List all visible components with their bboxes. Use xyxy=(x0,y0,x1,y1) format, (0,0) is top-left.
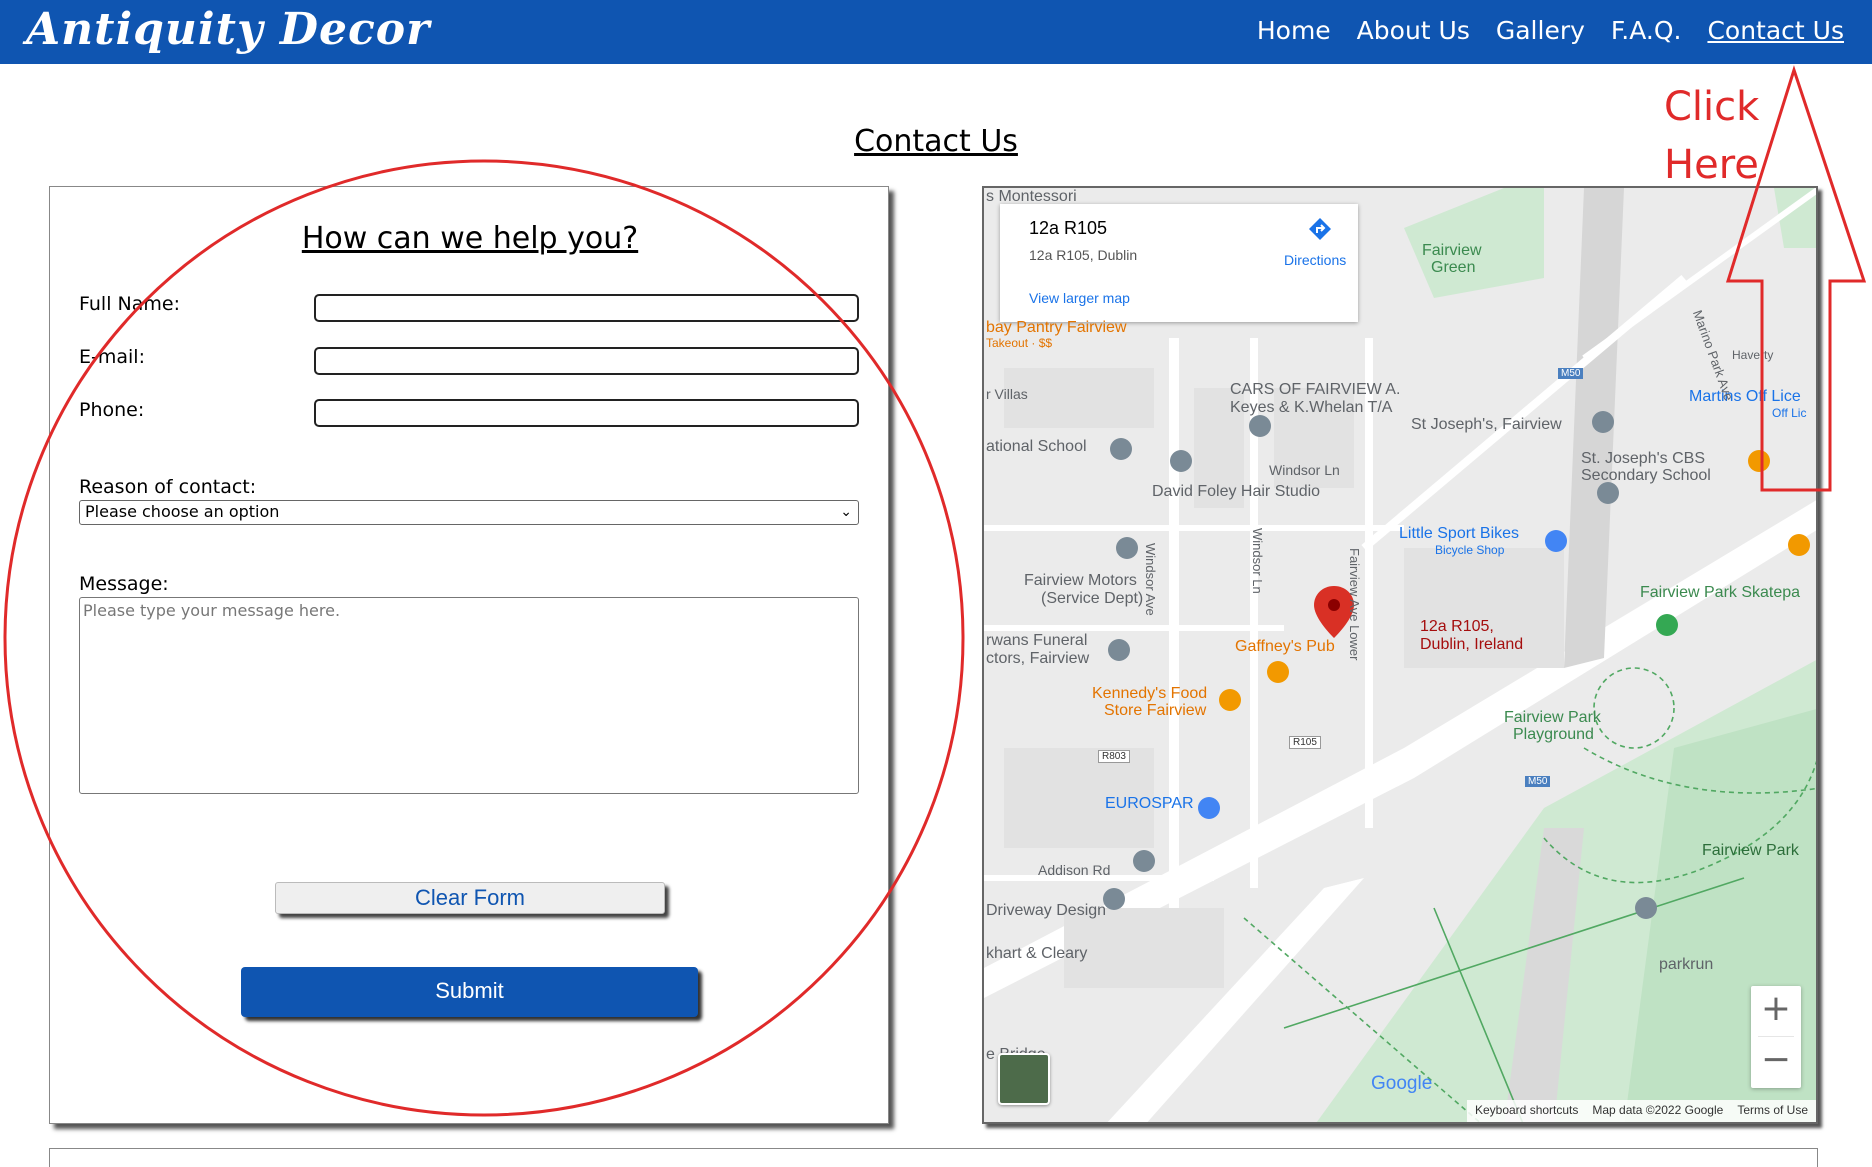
view-larger-map-link[interactable]: View larger map xyxy=(1029,290,1130,306)
zoom-out-button[interactable]: − xyxy=(1751,1037,1801,1087)
nav-about-us[interactable]: About Us xyxy=(1357,16,1470,45)
full-name-input[interactable] xyxy=(314,294,859,322)
map-label: Kennedy's Food xyxy=(1092,685,1208,702)
map-label: ctors, Fairview xyxy=(986,650,1090,667)
terms-of-use-link[interactable]: Terms of Use xyxy=(1737,1103,1808,1119)
map-label: Windsor Ave xyxy=(1143,543,1158,616)
map-label: Fairview Motors xyxy=(1024,572,1137,589)
directions-link[interactable]: Directions xyxy=(1284,252,1346,268)
reason-select[interactable]: Please choose an option ⌄ xyxy=(79,500,859,525)
map-data-text: Map data ©2022 Google xyxy=(1592,1103,1724,1117)
zoom-control: + − xyxy=(1751,986,1801,1088)
map-label: Haverty xyxy=(1732,348,1774,362)
map-label: Windsor Ln xyxy=(1269,462,1340,478)
submit-button[interactable]: Submit xyxy=(241,967,698,1017)
map-place-card: 12a R105 12a R105, Dublin View larger ma… xyxy=(1000,204,1358,322)
email-label: E-mail: xyxy=(79,346,145,368)
map-label: St. Joseph's CBS xyxy=(1581,450,1705,467)
nav-home[interactable]: Home xyxy=(1257,16,1331,45)
map-label: khart & Cleary xyxy=(986,945,1088,962)
email-input[interactable] xyxy=(314,347,859,375)
form-heading: How can we help you? xyxy=(301,221,639,256)
map-label: ational School xyxy=(986,438,1087,455)
message-label: Message: xyxy=(79,573,169,595)
map-embed[interactable]: 12a R105 12a R105, Dublin View larger ma… xyxy=(982,186,1818,1124)
annotation-text: Here xyxy=(1664,142,1759,188)
map-attribution: Keyboard shortcuts Map data ©2022 Google… xyxy=(1466,1100,1816,1122)
map-label: Fairview Park xyxy=(1702,842,1799,859)
map-label: St Joseph's, Fairview xyxy=(1411,416,1562,433)
brand-logo[interactable]: Antiquity Decor xyxy=(26,4,430,55)
pin-label: Dublin, Ireland xyxy=(1420,636,1524,653)
map-label: EUROSPAR xyxy=(1105,795,1194,812)
map-label: Green xyxy=(1431,259,1476,276)
message-textarea[interactable]: Please type your message here. xyxy=(79,597,859,794)
annotation-text: Click xyxy=(1664,84,1760,130)
satellite-toggle[interactable] xyxy=(998,1053,1050,1105)
nav-links: Home About Us Gallery F.A.Q. Contact Us xyxy=(1257,16,1844,45)
phone-input[interactable] xyxy=(314,399,859,427)
map-label: Playground xyxy=(1513,726,1594,743)
directions-icon[interactable] xyxy=(1305,214,1335,244)
map-label: Off Lic xyxy=(1772,406,1807,420)
map-label: Bicycle Shop xyxy=(1435,543,1505,557)
map-label: Takeout · $$ xyxy=(986,336,1053,350)
reason-label: Reason of contact: xyxy=(79,476,257,498)
map-label: Little Sport Bikes xyxy=(1399,525,1520,542)
map-label: Martins Off Lice xyxy=(1689,388,1801,405)
map-label: r Villas xyxy=(986,386,1028,402)
map-label: Keyes & K.Whelan T/A xyxy=(1230,399,1393,416)
road-shield: M50 xyxy=(1525,776,1551,787)
map-label: Fairview Park xyxy=(1504,709,1601,726)
map-label: (Service Dept) xyxy=(1041,590,1144,607)
contact-form: How can we help you? Full Name: E-mail: … xyxy=(49,186,889,1124)
full-name-label: Full Name: xyxy=(79,293,180,315)
nav-contact-us[interactable]: Contact Us xyxy=(1707,16,1844,45)
google-logo: Google xyxy=(1371,1073,1433,1094)
road-shield: R105 xyxy=(1289,736,1321,749)
chevron-down-icon: ⌄ xyxy=(840,504,852,520)
navbar: Antiquity Decor Home About Us Gallery F.… xyxy=(0,0,1872,64)
pin-label: 12a R105, xyxy=(1420,618,1494,635)
map-label: Secondary School xyxy=(1581,467,1711,484)
message-placeholder: Please type your message here. xyxy=(83,601,341,620)
map-label: rwans Funeral xyxy=(986,632,1088,649)
map-label: David Foley Hair Studio xyxy=(1152,483,1321,500)
road-shield: M50 xyxy=(1558,368,1584,379)
map-label: Fairview xyxy=(1422,242,1482,259)
map-label: CARS OF FAIRVIEW A. xyxy=(1230,381,1401,398)
phone-label: Phone: xyxy=(79,399,145,421)
place-title: 12a R105 xyxy=(1029,218,1108,238)
map-label: bay Pantry Fairview xyxy=(986,319,1127,336)
clear-form-button[interactable]: Clear Form xyxy=(275,882,665,914)
keyboard-shortcuts-link[interactable]: Keyboard shortcuts xyxy=(1475,1103,1578,1119)
map-label: Addison Rd xyxy=(1038,862,1111,878)
nav-faq[interactable]: F.A.Q. xyxy=(1611,16,1682,45)
place-address: 12a R105, Dublin xyxy=(1029,247,1138,263)
reason-selected-value: Please choose an option xyxy=(85,502,280,521)
footer-panel xyxy=(49,1148,1818,1167)
map-label: Gaffney's Pub xyxy=(1235,638,1335,655)
road-shield: R803 xyxy=(1098,750,1130,763)
map-label: Windsor Ln xyxy=(1250,528,1265,594)
zoom-in-button[interactable]: + xyxy=(1751,986,1801,1036)
map-label: s Montessori xyxy=(986,188,1077,205)
map-label: Store Fairview xyxy=(1104,702,1207,719)
map-label: Fairview Ave Lower xyxy=(1347,548,1362,661)
nav-gallery[interactable]: Gallery xyxy=(1496,16,1585,45)
map-label: Fairview Park Skatepa xyxy=(1640,584,1801,601)
map-label: parkrun xyxy=(1659,956,1714,973)
page-title: Contact Us xyxy=(854,124,1018,159)
map-label: Driveway Design xyxy=(986,902,1107,919)
